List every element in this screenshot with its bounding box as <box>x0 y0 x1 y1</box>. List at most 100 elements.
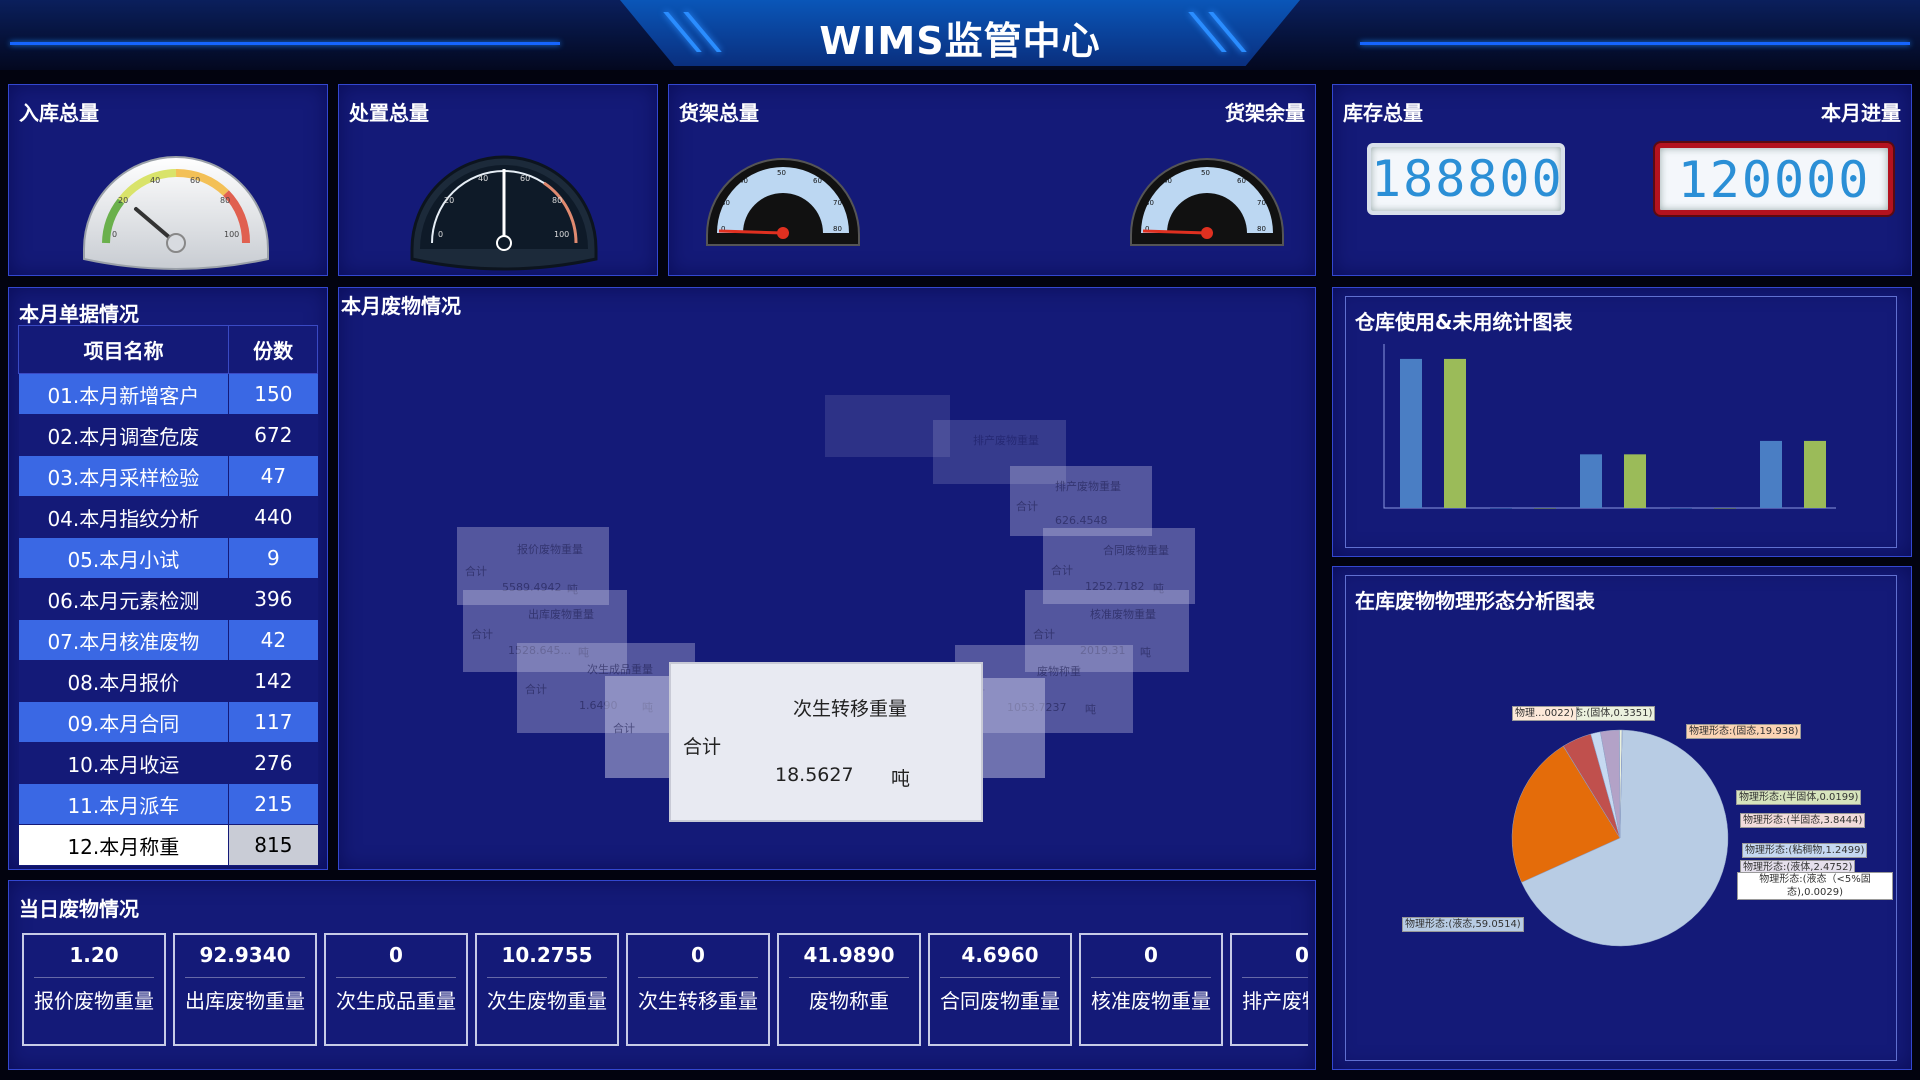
row-name: 01.本月新增客户 <box>18 373 229 415</box>
chart-bar <box>1400 358 1422 508</box>
chart-bar <box>1804 440 1826 508</box>
header-right-line <box>1360 42 1910 45</box>
row-count: 440 <box>228 496 318 538</box>
row-count: 150 <box>228 373 318 415</box>
stat-label: 报价废物重量 <box>34 989 154 1013</box>
disposal-gauge-panel: 处置总量 0 20 40 60 80 100 <box>338 84 658 276</box>
table-row[interactable]: 07.本月核准废物 42 <box>18 619 318 661</box>
panel-title: 入库总量 <box>19 101 99 125</box>
header-left-line <box>10 42 560 45</box>
page-title: WIMS监管中心 <box>819 19 1101 63</box>
shelf-gauges-panel: 货架总量 货架余量 0 30 40 50 60 70 80 0 30 40 50… <box>668 84 1316 276</box>
daily-stat-card[interactable]: 4.6960 合同废物重量 <box>928 933 1072 1046</box>
stat-label: 合同废物重量 <box>940 989 1060 1013</box>
stat-value: 0 <box>691 943 705 967</box>
daily-stat-card[interactable]: 0 次生成品重量 <box>324 933 468 1046</box>
inbound-gauge-panel: 入库总量 0 20 40 60 80 100 <box>8 84 328 276</box>
card-label: 合计 <box>1051 564 1073 577</box>
stat-divider <box>185 977 305 978</box>
daily-stat-card[interactable]: 1.20 报价废物重量 <box>22 933 166 1046</box>
row-count: 215 <box>228 783 318 825</box>
gauge-tick: 40 <box>739 177 748 185</box>
carousel-card-active[interactable]: 次生转移重量 合计 18.5627 吨 <box>669 662 983 822</box>
table-row[interactable]: 06.本月元素检测 396 <box>18 578 318 620</box>
daily-stat-card[interactable]: 0 排产废物重量 <box>1230 933 1308 1046</box>
stock-panel: 库存总量 本月进量 188800 120000 <box>1332 84 1912 276</box>
documents-table: 项目名称 份数 01.本月新增客户 150 02.本月调查危废 672 03.本月采… <box>17 325 318 866</box>
card-title: 报价废物重量 <box>517 543 583 556</box>
card-title: 次生转移重量 <box>793 698 908 720</box>
stat-value: 0 <box>1144 943 1158 967</box>
inbound-gauge: 0 20 40 60 80 100 <box>83 156 269 270</box>
row-count: 42 <box>228 619 318 661</box>
card-label: 合计 <box>465 565 487 578</box>
card-title: 次生成品重量 <box>587 663 653 676</box>
row-name: 07.本月核准废物 <box>18 619 229 661</box>
row-name: 11.本月派车 <box>18 783 229 825</box>
daily-stat-strip: 1.20 报价废物重量 92.9340 出库废物重量 0 次生成品重量 10.2755… <box>20 930 1308 1050</box>
table-row[interactable]: 10.本月收运 276 <box>18 742 318 784</box>
daily-stat-card[interactable]: 10.2755 次生废物重量 <box>475 933 619 1046</box>
card-unit: 吨 <box>891 768 911 790</box>
row-name: 12.本月称重 <box>18 824 229 866</box>
carousel-card[interactable]: 排产废物重量 合计 626.4548 <box>1010 466 1152 536</box>
table-row-selected[interactable]: 12.本月称重 815 <box>18 824 318 866</box>
card-value: 626.4548 <box>1055 514 1108 527</box>
stat-label: 出库废物重量 <box>185 989 305 1013</box>
chart-bar <box>1760 440 1782 508</box>
daily-stat-card[interactable]: 41.9890 废物称重 <box>777 933 921 1046</box>
row-name: 10.本月收运 <box>18 742 229 784</box>
daily-stat-card[interactable]: 0 核准废物重量 <box>1079 933 1223 1046</box>
gauge-tick: 60 <box>520 174 530 183</box>
table-row[interactable]: 11.本月派车 215 <box>18 783 318 825</box>
card-value: 18.5627 <box>775 764 854 786</box>
gauge-tick: 60 <box>190 176 200 185</box>
gauge-tick: 20 <box>118 196 128 205</box>
stat-divider <box>638 977 758 978</box>
stat-divider <box>336 977 456 978</box>
gauge-tick: 40 <box>1163 177 1172 185</box>
table-row[interactable]: 04.本月指纹分析 440 <box>18 496 318 538</box>
daily-stat-card[interactable]: 92.9340 出库废物重量 <box>173 933 317 1046</box>
month-inbound-display: 120000 <box>1655 143 1893 215</box>
pie-slice-label: 物理形态:(液态,59.0514) <box>1402 917 1524 932</box>
gauge-tick: 60 <box>1237 177 1246 185</box>
chart-bar <box>1714 508 1736 509</box>
carousel-card[interactable] <box>975 678 1045 778</box>
table-row[interactable]: 01.本月新增客户 150 <box>18 373 318 415</box>
row-count: 47 <box>228 455 318 497</box>
daily-stat-card[interactable]: 0 次生转移重量 <box>626 933 770 1046</box>
card-title: 核准废物重量 <box>1090 608 1156 621</box>
table-row[interactable]: 08.本月报价 142 <box>18 660 318 702</box>
card-label: 合计 <box>1033 628 1055 641</box>
card-unit: 吨 <box>1140 646 1151 659</box>
stat-divider <box>1242 977 1308 978</box>
panel-title: 货架余量 <box>1225 101 1305 125</box>
warehouse-bar-chart <box>1383 344 1836 509</box>
table-row[interactable]: 05.本月小试 9 <box>18 537 318 579</box>
gauge-tick: 0 <box>112 230 117 239</box>
chart-bar <box>1490 508 1512 509</box>
column-header: 份数 <box>228 325 318 374</box>
gauge-tick: 50 <box>777 169 786 177</box>
gauge-tick: 80 <box>833 225 842 233</box>
gauge-tick: 20 <box>444 196 454 205</box>
table-row[interactable]: 03.本月采样检验 47 <box>18 455 318 497</box>
gauge-tick: 80 <box>220 196 230 205</box>
gauge-tick: 70 <box>1257 199 1266 207</box>
table-row[interactable]: 09.本月合同 117 <box>18 701 318 743</box>
table-row[interactable]: 02.本月调查危废 672 <box>18 414 318 456</box>
card-label: 合计 <box>525 683 547 696</box>
stat-label: 核准废物重量 <box>1091 989 1211 1013</box>
pie-slice-label: 物理形态:(固态,19.938) <box>1686 724 1802 739</box>
stat-label: 废物称重 <box>809 989 889 1013</box>
gauge-tick: 100 <box>224 230 239 239</box>
card-label: 合计 <box>613 722 635 735</box>
panel-title: 当日废物情况 <box>19 897 139 921</box>
stat-divider <box>1091 977 1211 978</box>
row-name: 08.本月报价 <box>18 660 229 702</box>
gauge-tick: 40 <box>150 176 160 185</box>
carousel-card[interactable] <box>825 395 950 457</box>
gauge-tick: 60 <box>813 177 822 185</box>
card-title: 排产废物重量 <box>973 434 1039 447</box>
